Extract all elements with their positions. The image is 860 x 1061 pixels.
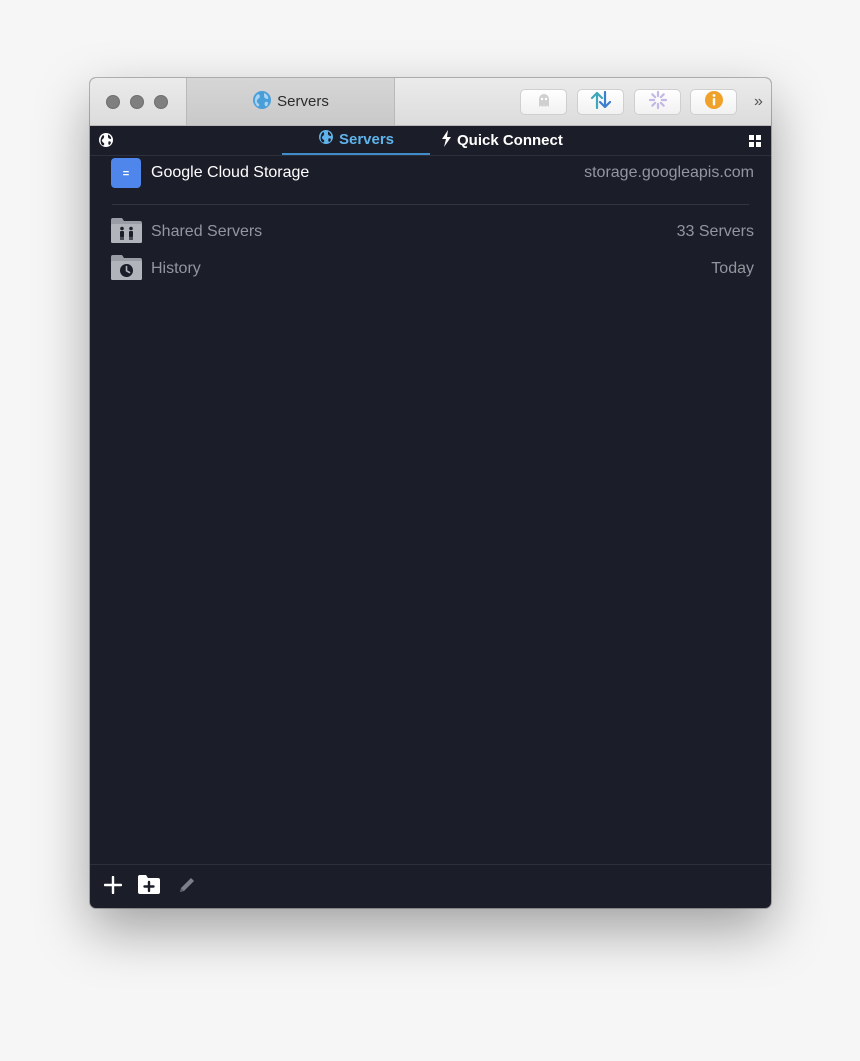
ghost-button[interactable] <box>520 89 567 115</box>
toolbar-overflow-button[interactable]: » <box>747 91 767 113</box>
bottom-toolbar <box>90 864 771 908</box>
transfers-button[interactable] <box>577 89 624 115</box>
title-bar: Servers » <box>90 78 771 126</box>
shared-folder-icon <box>111 217 142 248</box>
close-window-button[interactable] <box>106 95 120 109</box>
folder-row-history[interactable]: History Today <box>90 254 771 284</box>
pencil-icon <box>177 875 197 900</box>
server-row-google-cloud-storage[interactable]: = Google Cloud Storage storage.googleapi… <box>90 158 771 188</box>
grid-view-icon[interactable] <box>749 134 761 147</box>
ghost-icon <box>536 92 552 113</box>
tab-servers[interactable]: Servers <box>282 125 430 155</box>
server-name: Google Cloud Storage <box>151 164 310 181</box>
divider <box>112 204 749 205</box>
servers-window: Servers » Servers Quick Connect = Google… <box>90 78 771 908</box>
folder-name: History <box>151 260 201 277</box>
info-button[interactable] <box>690 89 737 115</box>
window-title: Servers <box>277 93 329 110</box>
up-down-arrows-icon <box>590 90 612 114</box>
history-date: Today <box>711 260 754 277</box>
edit-button[interactable] <box>176 876 198 898</box>
view-switcher: Servers Quick Connect <box>90 125 771 156</box>
plus-icon <box>103 875 123 899</box>
lightning-icon <box>440 129 452 151</box>
globe-icon[interactable] <box>98 132 114 153</box>
tab-quick-connect[interactable]: Quick Connect <box>440 125 563 155</box>
server-count: 33 Servers <box>676 223 754 240</box>
activity-button[interactable] <box>634 89 681 115</box>
folder-plus-icon <box>138 875 160 899</box>
server-badge: = <box>123 168 129 180</box>
history-folder-icon <box>111 254 142 285</box>
folder-row-shared-servers[interactable]: Shared Servers 33 Servers <box>90 217 771 247</box>
info-icon <box>704 90 724 115</box>
google-cloud-storage-icon: = <box>111 158 141 193</box>
tab-label: Servers <box>338 130 395 148</box>
spinner-icon <box>648 90 668 115</box>
server-host: storage.googleapis.com <box>584 164 754 181</box>
tab-label: Quick Connect <box>457 131 563 149</box>
folder-name: Shared Servers <box>151 223 263 240</box>
globe-icon <box>318 129 334 149</box>
new-folder-button[interactable] <box>138 875 160 899</box>
zoom-window-button[interactable] <box>154 95 168 109</box>
globe-icon <box>252 90 272 114</box>
add-server-button[interactable] <box>102 875 124 899</box>
window-tab-servers[interactable]: Servers <box>186 78 395 125</box>
minimize-window-button[interactable] <box>130 95 144 109</box>
